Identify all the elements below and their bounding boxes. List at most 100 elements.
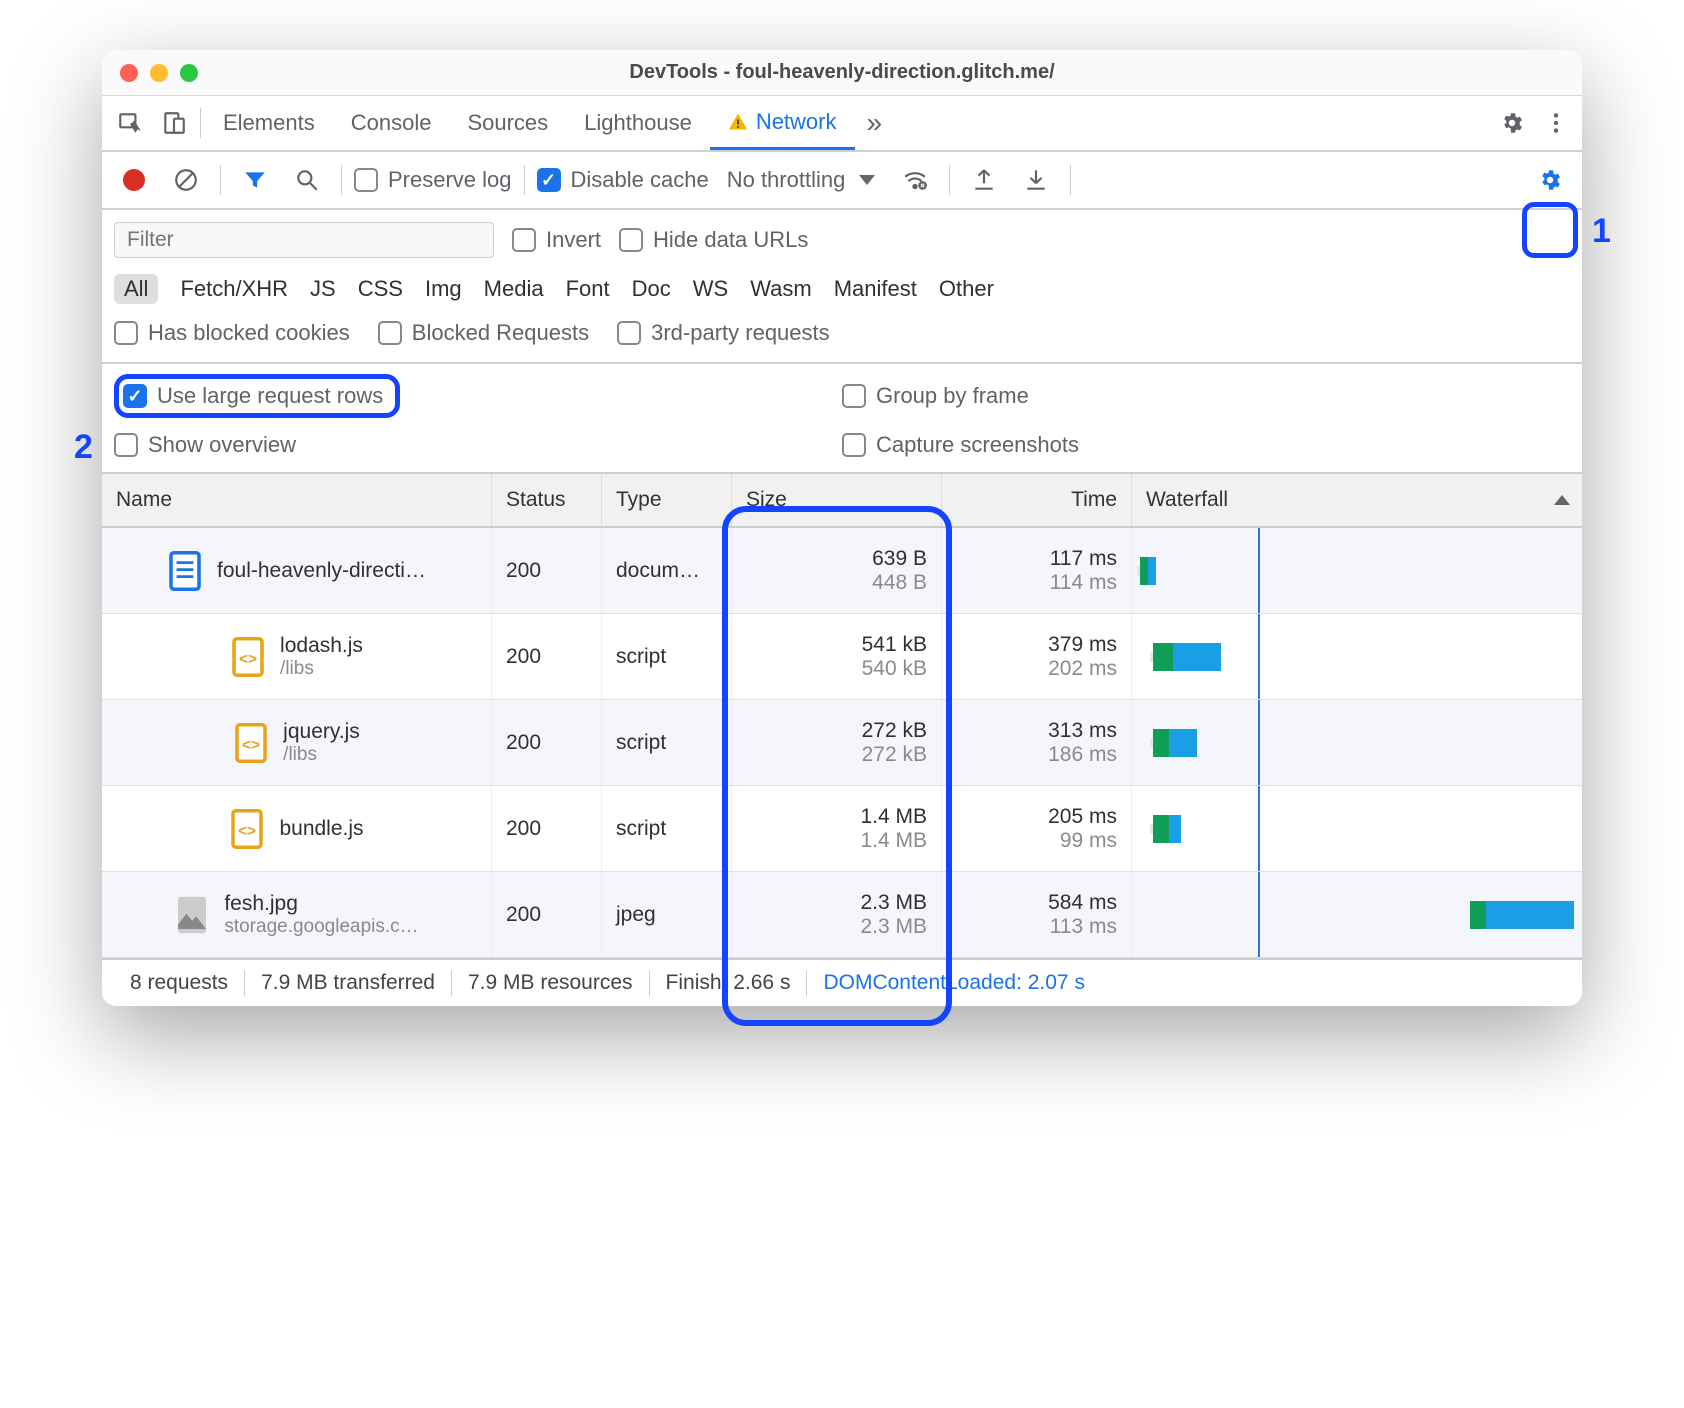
hide-data-urls-checkbox[interactable]: Hide data URLs <box>619 227 808 253</box>
table-row[interactable]: fesh.jpgstorage.googleapis.c…200jpeg2.3 … <box>102 872 1582 958</box>
table-row[interactable]: <>jquery.js/libs200script272 kB272 kB313… <box>102 700 1582 786</box>
chip-wasm[interactable]: Wasm <box>750 276 812 302</box>
record-button[interactable] <box>112 158 156 202</box>
svg-text:<>: <> <box>239 651 257 668</box>
status-transferred: 7.9 MB transferred <box>245 971 451 995</box>
panel-tabs: Elements Console Sources Lighthouse Netw… <box>102 96 1582 152</box>
annotation-1: 1 <box>1592 212 1611 251</box>
chip-ws[interactable]: WS <box>693 276 728 302</box>
annotation-2: 2 <box>74 428 93 467</box>
warning-icon <box>728 112 748 132</box>
file-type-icon <box>174 894 210 936</box>
cell-type: script <box>602 786 732 871</box>
export-har-icon[interactable] <box>1014 158 1058 202</box>
status-domcontentloaded: DOMContentLoaded: 2.07 s <box>807 971 1101 995</box>
tab-sources[interactable]: Sources <box>449 96 566 150</box>
more-tabs-button[interactable]: » <box>855 107 895 139</box>
sort-asc-icon <box>1554 495 1570 505</box>
filter-icon[interactable] <box>233 158 277 202</box>
cell-time: 584 ms113 ms <box>942 872 1132 957</box>
table-row[interactable]: foul-heavenly-directi…200docum…639 B448 … <box>102 528 1582 614</box>
cell-time: 117 ms114 ms <box>942 528 1132 613</box>
status-requests: 8 requests <box>114 971 244 995</box>
tab-console[interactable]: Console <box>333 96 450 150</box>
show-overview-checkbox[interactable]: Show overview <box>114 432 842 458</box>
cell-size: 1.4 MB1.4 MB <box>732 786 942 871</box>
col-waterfall[interactable]: Waterfall <box>1132 474 1582 526</box>
cell-status: 200 <box>492 872 602 957</box>
blocked-requests-checkbox[interactable]: Blocked Requests <box>378 320 589 346</box>
network-toolbar: Preserve log Disable cache No throttling <box>102 152 1582 210</box>
chip-img[interactable]: Img <box>425 276 462 302</box>
tab-elements[interactable]: Elements <box>205 96 333 150</box>
filter-input[interactable] <box>114 222 494 258</box>
cell-type: script <box>602 614 732 699</box>
cell-status: 200 <box>492 614 602 699</box>
chip-js[interactable]: JS <box>310 276 336 302</box>
chevron-down-icon <box>859 175 875 185</box>
cell-name: fesh.jpgstorage.googleapis.c… <box>102 872 492 957</box>
table-row[interactable]: <>lodash.js/libs200script541 kB540 kB379… <box>102 614 1582 700</box>
cell-waterfall <box>1132 614 1582 699</box>
chip-manifest[interactable]: Manifest <box>834 276 917 302</box>
status-finish: Finish: 2.66 s <box>650 971 807 995</box>
cell-waterfall <box>1132 528 1582 613</box>
network-conditions-icon[interactable] <box>893 158 937 202</box>
tab-network[interactable]: Network <box>710 96 855 150</box>
blocked-cookies-checkbox[interactable]: Has blocked cookies <box>114 320 350 346</box>
throttling-select[interactable]: No throttling <box>717 167 886 193</box>
invert-checkbox[interactable]: Invert <box>512 227 601 253</box>
cell-waterfall <box>1132 700 1582 785</box>
titlebar: DevTools - foul-heavenly-direction.glitc… <box>102 50 1582 96</box>
import-har-icon[interactable] <box>962 158 1006 202</box>
settings-gear-icon[interactable] <box>1490 101 1534 145</box>
device-toolbar-icon[interactable] <box>152 101 196 145</box>
kebab-menu-icon[interactable] <box>1534 101 1578 145</box>
file-type-icon: <> <box>233 722 269 764</box>
col-name[interactable]: Name <box>102 474 492 526</box>
tab-lighthouse[interactable]: Lighthouse <box>566 96 710 150</box>
network-settings-gear-icon[interactable] <box>1528 158 1572 202</box>
cell-time: 379 ms202 ms <box>942 614 1132 699</box>
window-zoom-button[interactable] <box>180 64 198 82</box>
file-type-icon: <> <box>230 636 266 678</box>
cell-name: <>lodash.js/libs <box>102 614 492 699</box>
col-type[interactable]: Type <box>602 474 732 526</box>
chip-all[interactable]: All <box>114 274 158 304</box>
filter-bar: Invert Hide data URLs All Fetch/XHR JS C… <box>102 210 1582 364</box>
cell-type: script <box>602 700 732 785</box>
group-by-frame-checkbox[interactable]: Group by frame <box>842 374 1570 418</box>
disable-cache-checkbox[interactable]: Disable cache <box>537 167 709 193</box>
cell-name: foul-heavenly-directi… <box>102 528 492 613</box>
preserve-log-checkbox[interactable]: Preserve log <box>354 167 512 193</box>
window-minimize-button[interactable] <box>150 64 168 82</box>
inspect-element-icon[interactable] <box>108 101 152 145</box>
cell-size: 2.3 MB2.3 MB <box>732 872 942 957</box>
capture-screenshots-checkbox[interactable]: Capture screenshots <box>842 432 1570 458</box>
cell-status: 200 <box>492 786 602 871</box>
chip-doc[interactable]: Doc <box>632 276 671 302</box>
network-settings-panel: Use large request rows Group by frame Sh… <box>102 364 1582 474</box>
cell-name: <>jquery.js/libs <box>102 700 492 785</box>
third-party-checkbox[interactable]: 3rd-party requests <box>617 320 830 346</box>
cell-size: 541 kB540 kB <box>732 614 942 699</box>
requests-table: Name Status Type Size Time Waterfall fou… <box>102 474 1582 958</box>
chip-font[interactable]: Font <box>566 276 610 302</box>
status-bar: 8 requests 7.9 MB transferred 7.9 MB res… <box>102 958 1582 1006</box>
col-time[interactable]: Time <box>942 474 1132 526</box>
window-close-button[interactable] <box>120 64 138 82</box>
svg-text:<>: <> <box>238 823 256 840</box>
col-size[interactable]: Size <box>732 474 942 526</box>
col-status[interactable]: Status <box>492 474 602 526</box>
clear-button[interactable] <box>164 158 208 202</box>
chip-other[interactable]: Other <box>939 276 994 302</box>
search-icon[interactable] <box>285 158 329 202</box>
large-request-rows-checkbox[interactable]: Use large request rows <box>123 383 383 409</box>
table-header: Name Status Type Size Time Waterfall <box>102 474 1582 528</box>
window-title: DevTools - foul-heavenly-direction.glitc… <box>102 61 1582 84</box>
chip-css[interactable]: CSS <box>358 276 403 302</box>
chip-fetch[interactable]: Fetch/XHR <box>180 276 288 302</box>
chip-media[interactable]: Media <box>484 276 544 302</box>
table-row[interactable]: <>bundle.js200script1.4 MB1.4 MB205 ms99… <box>102 786 1582 872</box>
cell-size: 272 kB272 kB <box>732 700 942 785</box>
